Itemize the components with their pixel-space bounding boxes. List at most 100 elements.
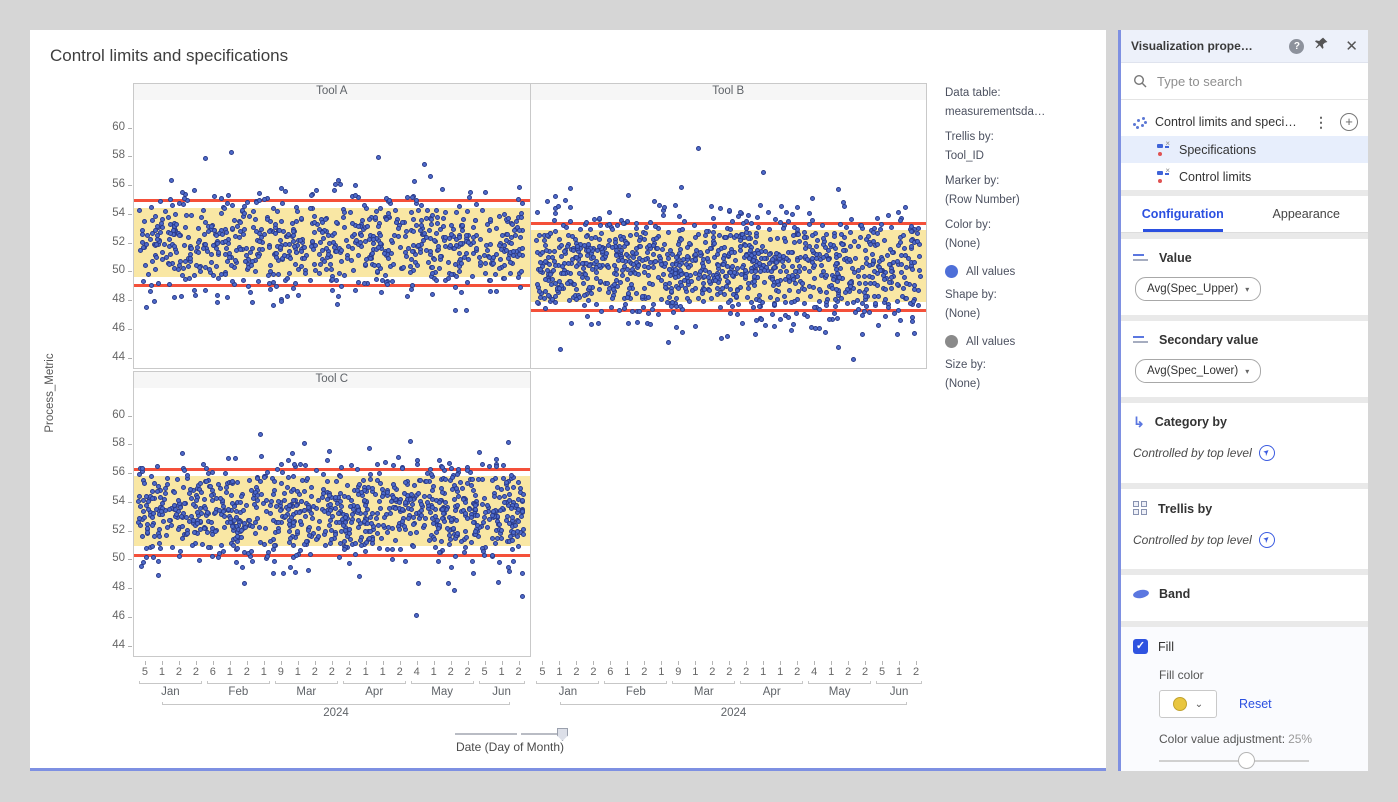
- scatter-point[interactable]: [782, 294, 787, 299]
- scatter-point[interactable]: [666, 340, 671, 345]
- scatter-point[interactable]: [814, 244, 819, 249]
- scatter-point[interactable]: [180, 451, 185, 456]
- go-to-top-level-icon[interactable]: ➤: [1259, 445, 1275, 461]
- scatter-point[interactable]: [912, 331, 917, 336]
- scatter-point[interactable]: [268, 511, 273, 516]
- scatter-point[interactable]: [239, 494, 244, 499]
- scatter-point[interactable]: [480, 502, 485, 507]
- scatter-point[interactable]: [137, 208, 142, 213]
- scatter-point[interactable]: [211, 243, 216, 248]
- scatter-point[interactable]: [158, 495, 163, 500]
- scatter-point[interactable]: [357, 574, 362, 579]
- scatter-point[interactable]: [309, 511, 314, 516]
- scatter-point[interactable]: [490, 478, 495, 483]
- scatter-point[interactable]: [390, 557, 395, 562]
- scatter-point[interactable]: [757, 298, 762, 303]
- scatter-point[interactable]: [358, 538, 363, 543]
- scatter-point[interactable]: [786, 315, 791, 320]
- scatter-point[interactable]: [411, 515, 416, 520]
- scatter-point[interactable]: [150, 231, 155, 236]
- scatter-point[interactable]: [863, 294, 868, 299]
- scatter-point[interactable]: [167, 282, 172, 287]
- scatter-point[interactable]: [895, 332, 900, 337]
- scatter-point[interactable]: [810, 196, 815, 201]
- scatter-point[interactable]: [144, 305, 149, 310]
- scatter-point[interactable]: [158, 546, 163, 551]
- scatter-point[interactable]: [223, 239, 228, 244]
- scatter-point[interactable]: [419, 218, 424, 223]
- scatter-point[interactable]: [386, 256, 391, 261]
- scatter-point[interactable]: [374, 277, 379, 282]
- scatter-point[interactable]: [679, 185, 684, 190]
- scatter-point[interactable]: [327, 449, 332, 454]
- scatter-point[interactable]: [696, 146, 701, 151]
- scatter-point[interactable]: [265, 554, 270, 559]
- scatter-point[interactable]: [216, 276, 221, 281]
- scatter-point[interactable]: [875, 283, 880, 288]
- scatter-point[interactable]: [520, 594, 525, 599]
- scatter-point[interactable]: [312, 262, 317, 267]
- scatter-point[interactable]: [463, 529, 468, 534]
- scatter-point[interactable]: [701, 299, 706, 304]
- scatter-point[interactable]: [179, 294, 184, 299]
- scatter-point[interactable]: [186, 235, 191, 240]
- scatter-point[interactable]: [624, 241, 629, 246]
- scatter-point[interactable]: [520, 571, 525, 576]
- scatter-point[interactable]: [516, 507, 521, 512]
- scatter-point[interactable]: [386, 248, 391, 253]
- scatter-point[interactable]: [222, 514, 227, 519]
- scatter-point[interactable]: [661, 213, 666, 218]
- scatter-point[interactable]: [209, 260, 214, 265]
- scatter-point[interactable]: [915, 239, 920, 244]
- scatter-point[interactable]: [802, 266, 807, 271]
- scatter-point[interactable]: [449, 565, 454, 570]
- scatter-point[interactable]: [511, 559, 516, 564]
- scatter-point[interactable]: [510, 547, 515, 552]
- scatter-point[interactable]: [497, 243, 502, 248]
- scatter-point[interactable]: [392, 233, 397, 238]
- scatter-point[interactable]: [753, 332, 758, 337]
- scatter-point[interactable]: [453, 554, 458, 559]
- scatter-point[interactable]: [875, 242, 880, 247]
- scatter-point[interactable]: [368, 472, 373, 477]
- scatter-point[interactable]: [443, 244, 448, 249]
- scatter-point[interactable]: [323, 217, 328, 222]
- scatter-point[interactable]: [604, 251, 609, 256]
- scatter-point[interactable]: [360, 218, 365, 223]
- scatter-point[interactable]: [740, 321, 745, 326]
- scatter-point[interactable]: [834, 261, 839, 266]
- scatter-point[interactable]: [856, 274, 861, 279]
- scatter-point[interactable]: [290, 451, 295, 456]
- scatter-point[interactable]: [137, 472, 142, 477]
- scatter-point[interactable]: [648, 322, 653, 327]
- scatter-point[interactable]: [436, 244, 441, 249]
- scatter-point[interactable]: [733, 258, 738, 263]
- scatter-point[interactable]: [298, 462, 303, 467]
- scatter-point[interactable]: [824, 303, 829, 308]
- scatter-point[interactable]: [507, 569, 512, 574]
- scatter-point[interactable]: [178, 505, 183, 510]
- scatter-point[interactable]: [882, 277, 887, 282]
- scatter-point[interactable]: [845, 301, 850, 306]
- scatter-point[interactable]: [467, 195, 472, 200]
- scatter-point[interactable]: [496, 580, 501, 585]
- scatter-point[interactable]: [276, 529, 281, 534]
- scatter-point[interactable]: [677, 214, 682, 219]
- scatter-point[interactable]: [488, 242, 493, 247]
- scatter-point[interactable]: [519, 269, 524, 274]
- scatter-point[interactable]: [192, 273, 197, 278]
- scatter-point[interactable]: [327, 493, 332, 498]
- secondary-value-selector[interactable]: Avg(Spec_Lower) ▾: [1135, 359, 1261, 383]
- scatter-point[interactable]: [229, 150, 234, 155]
- scatter-point[interactable]: [192, 530, 197, 535]
- scatter-point[interactable]: [775, 297, 780, 302]
- scatter-point[interactable]: [377, 471, 382, 476]
- scatter-point[interactable]: [517, 185, 522, 190]
- scatter-point[interactable]: [329, 267, 334, 272]
- scatter-point[interactable]: [504, 480, 509, 485]
- scatter-point[interactable]: [564, 225, 569, 230]
- scatter-point[interactable]: [334, 278, 339, 283]
- scatter-point[interactable]: [186, 264, 191, 269]
- scatter-point[interactable]: [694, 248, 699, 253]
- scatter-point[interactable]: [668, 273, 673, 278]
